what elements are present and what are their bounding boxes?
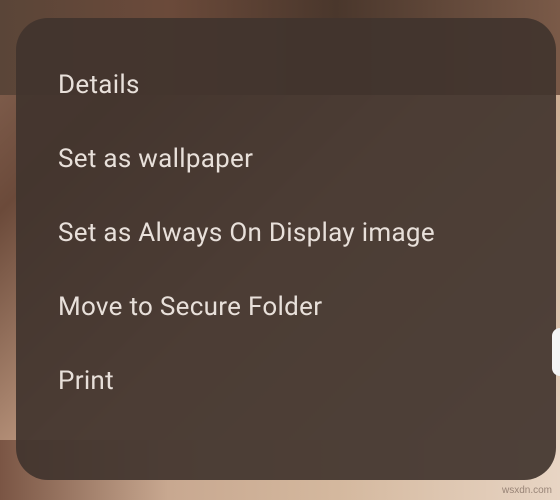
menu-item-details[interactable]: Details: [16, 48, 556, 122]
watermark-text: wsxdn.com: [502, 485, 552, 496]
scrollbar-handle[interactable]: [552, 328, 560, 376]
menu-item-set-wallpaper[interactable]: Set as wallpaper: [16, 122, 556, 196]
menu-item-print[interactable]: Print: [16, 344, 556, 418]
menu-item-set-aod-image[interactable]: Set as Always On Display image: [16, 196, 556, 270]
context-menu: Details Set as wallpaper Set as Always O…: [16, 18, 556, 480]
menu-item-move-secure-folder[interactable]: Move to Secure Folder: [16, 270, 556, 344]
